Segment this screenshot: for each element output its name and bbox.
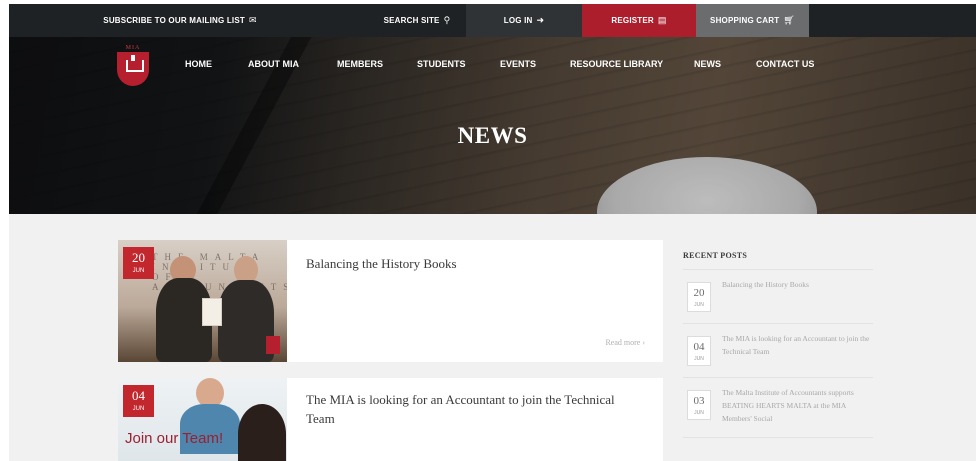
subscribe-label: SUBSCRIBE TO OUR MAILING LIST bbox=[103, 16, 245, 25]
recent-post-link[interactable]: Balancing the History Books bbox=[722, 278, 872, 291]
recent-post-date: 03 JUN bbox=[687, 390, 711, 420]
date-day: 04 bbox=[132, 388, 145, 403]
join-team-text: Join our Team! bbox=[125, 430, 224, 447]
search-site-link[interactable]: SEARCH SITE ⚲ bbox=[369, 4, 465, 37]
nav-about-mia[interactable]: ABOUT MIA bbox=[248, 59, 299, 69]
recent-posts-sidebar: RECENT POSTS 20 JUN Balancing the Histor… bbox=[683, 240, 873, 438]
page-title: NEWS bbox=[457, 123, 528, 148]
date-month: JUN bbox=[694, 302, 704, 308]
nav-events[interactable]: EVENTS bbox=[500, 59, 536, 69]
recent-post-item[interactable]: 03 JUN The Malta Institute of Accountant… bbox=[683, 378, 873, 438]
register-label: REGISTER bbox=[611, 16, 654, 25]
news-thumbnail[interactable]: THE MALTA INSTITUTE OF ACCOUNTANTS 20 JU… bbox=[118, 240, 287, 362]
search-label: SEARCH SITE bbox=[383, 16, 440, 25]
recent-post-link[interactable]: The MIA is looking for an Accountant to … bbox=[722, 332, 872, 358]
hero-banner: MIA HOME ABOUT MIA MEMBERS STUDENTS EVEN… bbox=[9, 37, 976, 214]
book-shape bbox=[202, 298, 222, 326]
date-day: 04 bbox=[693, 341, 705, 353]
news-thumbnail[interactable]: Join our Team! 04 JUN bbox=[118, 378, 287, 461]
person-figure bbox=[238, 404, 286, 461]
logo-text: MIA bbox=[125, 45, 141, 51]
envelope-icon: ✉ bbox=[248, 15, 257, 25]
nav-news[interactable]: NEWS bbox=[694, 59, 721, 69]
news-title-link[interactable]: Balancing the History Books bbox=[306, 254, 646, 273]
date-badge: 04 JUN bbox=[123, 385, 154, 417]
cart-label: SHOPPING CART bbox=[710, 16, 780, 25]
search-icon: ⚲ bbox=[443, 15, 451, 25]
login-button[interactable]: LOG IN ➜ bbox=[466, 4, 582, 37]
date-month: JUN bbox=[694, 410, 704, 416]
date-day: 03 bbox=[693, 395, 705, 407]
recent-post-item[interactable]: 04 JUN The MIA is looking for an Account… bbox=[683, 324, 873, 378]
subscribe-link[interactable]: SUBSCRIBE TO OUR MAILING LIST ✉ bbox=[100, 4, 260, 37]
read-more-link[interactable]: Read more › bbox=[605, 338, 645, 347]
news-title-link[interactable]: The MIA is looking for an Accountant to … bbox=[306, 390, 646, 428]
content-area: THE MALTA INSTITUTE OF ACCOUNTANTS 20 JU… bbox=[9, 214, 976, 461]
news-card: Join our Team! 04 JUN The MIA is looking… bbox=[118, 378, 663, 461]
nav-students[interactable]: STUDENTS bbox=[417, 59, 466, 69]
date-month: JUN bbox=[132, 268, 145, 274]
recent-post-date: 04 JUN bbox=[687, 336, 711, 366]
nav-resource-library[interactable]: RESOURCE LIBRARY bbox=[570, 59, 663, 69]
shopping-cart-button[interactable]: SHOPPING CART 🛒︎ bbox=[696, 4, 809, 37]
id-card-icon: ▤ bbox=[657, 15, 667, 25]
recent-post-date: 20 JUN bbox=[687, 282, 711, 312]
date-month: JUN bbox=[132, 406, 145, 412]
top-utility-bar: SUBSCRIBE TO OUR MAILING LIST ✉ SEARCH S… bbox=[9, 4, 976, 37]
logo-shield-icon bbox=[117, 52, 149, 86]
nav-members[interactable]: MEMBERS bbox=[337, 59, 383, 69]
login-icon: ➜ bbox=[536, 15, 545, 25]
logo-mark bbox=[266, 336, 280, 354]
date-day: 20 bbox=[132, 250, 145, 265]
nav-home[interactable]: HOME bbox=[185, 59, 212, 69]
mia-logo[interactable]: MIA bbox=[117, 45, 149, 86]
register-button[interactable]: REGISTER ▤ bbox=[582, 4, 696, 37]
login-label: LOG IN bbox=[503, 16, 533, 25]
date-day: 20 bbox=[693, 287, 705, 299]
date-month: JUN bbox=[694, 356, 704, 362]
news-card: THE MALTA INSTITUTE OF ACCOUNTANTS 20 JU… bbox=[118, 240, 663, 362]
recent-post-item[interactable]: 20 JUN Balancing the History Books bbox=[683, 270, 873, 324]
recent-post-link[interactable]: The Malta Institute of Accountants suppo… bbox=[722, 386, 872, 425]
nav-contact-us[interactable]: CONTACT US bbox=[756, 59, 814, 69]
cart-icon: 🛒︎ bbox=[783, 15, 795, 25]
date-badge: 20 JUN bbox=[123, 247, 154, 279]
recent-posts-heading: RECENT POSTS bbox=[683, 240, 873, 270]
